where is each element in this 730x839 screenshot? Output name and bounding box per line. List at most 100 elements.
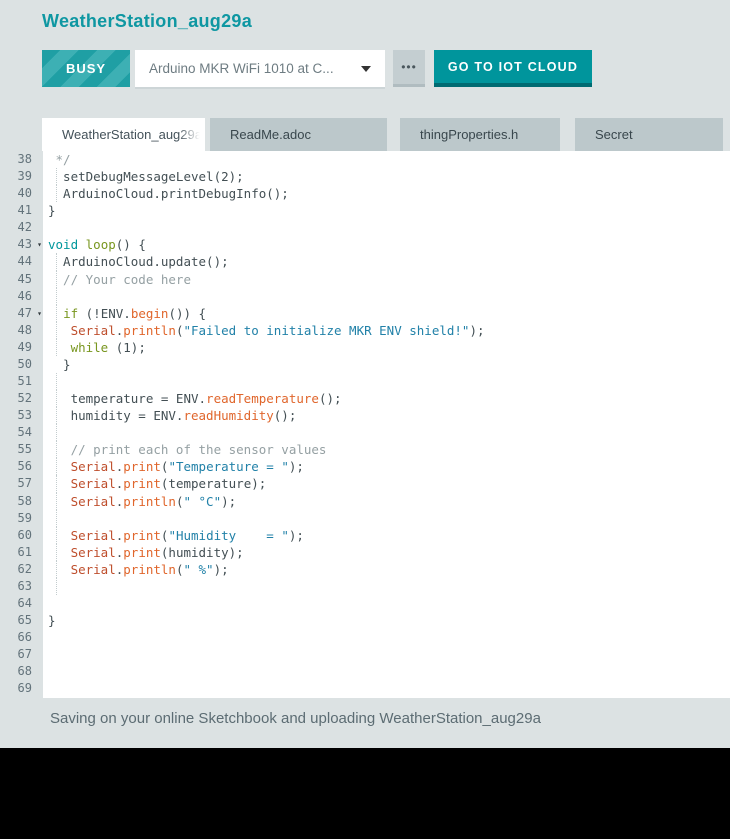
indent-guide bbox=[56, 407, 57, 424]
code-line[interactable]: 67 bbox=[0, 646, 730, 663]
line-number: 49 bbox=[0, 339, 43, 356]
code-line-text[interactable] bbox=[43, 424, 730, 441]
code-line-text[interactable] bbox=[43, 646, 730, 663]
code-line[interactable]: 55 // print each of the sensor values bbox=[0, 441, 730, 458]
code-line-text[interactable] bbox=[43, 663, 730, 680]
code-line[interactable]: 42 bbox=[0, 219, 730, 236]
code-line-text[interactable]: Serial.println(" %"); bbox=[43, 561, 730, 578]
line-number: 56 bbox=[0, 458, 43, 475]
code-line-text[interactable] bbox=[43, 578, 730, 595]
ellipsis-icon: ••• bbox=[401, 60, 417, 74]
code-line[interactable]: 46 bbox=[0, 288, 730, 305]
indent-guide bbox=[56, 458, 57, 475]
indent-guide bbox=[56, 544, 57, 561]
code-line-text[interactable]: humidity = ENV.readHumidity(); bbox=[43, 407, 730, 424]
line-number: 38 bbox=[0, 151, 43, 168]
code-line[interactable]: 61 Serial.print(humidity); bbox=[0, 544, 730, 561]
code-line-text[interactable]: } bbox=[43, 202, 730, 219]
indent-guide bbox=[56, 424, 57, 441]
code-line-text[interactable]: temperature = ENV.readTemperature(); bbox=[43, 390, 730, 407]
code-line[interactable]: 65} bbox=[0, 612, 730, 629]
code-line[interactable]: 50 } bbox=[0, 356, 730, 373]
tab-secret[interactable]: Secret bbox=[575, 118, 723, 151]
line-number: 61 bbox=[0, 544, 43, 561]
code-line-text[interactable]: if (!ENV.begin()) { bbox=[43, 305, 730, 322]
code-line[interactable]: 48 Serial.println("Failed to initialize … bbox=[0, 322, 730, 339]
code-line-text[interactable]: } bbox=[43, 356, 730, 373]
line-number: 47▾ bbox=[0, 305, 43, 322]
line-number: 55 bbox=[0, 441, 43, 458]
code-line-text[interactable]: void loop() { bbox=[43, 236, 730, 253]
arduino-editor-window: WeatherStation_aug29a BUSY Arduino MKR W… bbox=[0, 0, 730, 748]
line-number: 54 bbox=[0, 424, 43, 441]
more-options-button[interactable]: ••• bbox=[393, 50, 425, 87]
code-line[interactable]: 62 Serial.println(" %"); bbox=[0, 561, 730, 578]
line-number: 44 bbox=[0, 253, 43, 270]
code-line[interactable]: 39 setDebugMessageLevel(2); bbox=[0, 168, 730, 185]
line-number: 57 bbox=[0, 475, 43, 492]
code-line-text[interactable]: // print each of the sensor values bbox=[43, 441, 730, 458]
code-line-text[interactable]: Serial.println("Failed to initialize MKR… bbox=[43, 322, 730, 339]
fold-arrow-icon[interactable]: ▾ bbox=[37, 305, 42, 322]
line-number: 59 bbox=[0, 510, 43, 527]
line-number: 50 bbox=[0, 356, 43, 373]
go-to-iot-cloud-button[interactable]: GO TO IOT CLOUD bbox=[434, 50, 592, 87]
code-line-text[interactable] bbox=[43, 510, 730, 527]
code-line[interactable]: 69 bbox=[0, 680, 730, 697]
code-line-text[interactable]: */ bbox=[43, 151, 730, 168]
indent-guide bbox=[56, 527, 57, 544]
code-line[interactable]: 40 ArduinoCloud.printDebugInfo(); bbox=[0, 185, 730, 202]
code-line[interactable]: 53 humidity = ENV.readHumidity(); bbox=[0, 407, 730, 424]
code-line-text[interactable] bbox=[43, 373, 730, 390]
code-line-text[interactable]: ArduinoCloud.printDebugInfo(); bbox=[43, 185, 730, 202]
code-line[interactable]: 51 bbox=[0, 373, 730, 390]
code-line-text[interactable]: Serial.print(temperature); bbox=[43, 475, 730, 492]
code-line-text[interactable]: Serial.println(" °C"); bbox=[43, 493, 730, 510]
tab-thingproperties[interactable]: thingProperties.h bbox=[400, 118, 560, 151]
line-number: 62 bbox=[0, 561, 43, 578]
code-editor[interactable]: 38 */39 setDebugMessageLevel(2);40 Ardui… bbox=[0, 151, 730, 698]
tab-sketch[interactable]: WeatherStation_aug29a.i bbox=[42, 118, 205, 151]
code-line[interactable]: 47▾ if (!ENV.begin()) { bbox=[0, 305, 730, 322]
code-line[interactable]: 49 while (1); bbox=[0, 339, 730, 356]
line-number: 46 bbox=[0, 288, 43, 305]
code-line-text[interactable]: } bbox=[43, 612, 730, 629]
code-line[interactable]: 52 temperature = ENV.readTemperature(); bbox=[0, 390, 730, 407]
code-line[interactable]: 59 bbox=[0, 510, 730, 527]
code-line-text[interactable] bbox=[43, 680, 730, 697]
code-line-text[interactable]: Serial.print("Temperature = "); bbox=[43, 458, 730, 475]
code-line-text[interactable]: // Your code here bbox=[43, 271, 730, 288]
code-line-text[interactable]: while (1); bbox=[43, 339, 730, 356]
device-dropdown[interactable]: Arduino MKR WiFi 1010 at C... bbox=[135, 50, 385, 87]
code-line-text[interactable] bbox=[43, 595, 730, 612]
code-line-text[interactable] bbox=[43, 219, 730, 236]
code-line-text[interactable]: Serial.print(humidity); bbox=[43, 544, 730, 561]
code-line[interactable]: 63 bbox=[0, 578, 730, 595]
code-line[interactable]: 45 // Your code here bbox=[0, 271, 730, 288]
code-line[interactable]: 43▾void loop() { bbox=[0, 236, 730, 253]
code-line[interactable]: 68 bbox=[0, 663, 730, 680]
code-line[interactable]: 66 bbox=[0, 629, 730, 646]
code-line-text[interactable]: setDebugMessageLevel(2); bbox=[43, 168, 730, 185]
busy-upload-button[interactable]: BUSY bbox=[42, 50, 130, 87]
code-line[interactable]: 41} bbox=[0, 202, 730, 219]
indent-guide bbox=[56, 288, 57, 305]
code-line[interactable]: 60 Serial.print("Humidity = "); bbox=[0, 527, 730, 544]
code-line-text[interactable]: ArduinoCloud.update(); bbox=[43, 253, 730, 270]
code-line-text[interactable] bbox=[43, 288, 730, 305]
code-line[interactable]: 44 ArduinoCloud.update(); bbox=[0, 253, 730, 270]
code-line[interactable]: 58 Serial.println(" °C"); bbox=[0, 493, 730, 510]
line-number: 48 bbox=[0, 322, 43, 339]
code-line[interactable]: 54 bbox=[0, 424, 730, 441]
fold-arrow-icon[interactable]: ▾ bbox=[37, 236, 42, 253]
code-line[interactable]: 64 bbox=[0, 595, 730, 612]
code-line[interactable]: 57 Serial.print(temperature); bbox=[0, 475, 730, 492]
code-line[interactable]: 56 Serial.print("Temperature = "); bbox=[0, 458, 730, 475]
tab-readme[interactable]: ReadMe.adoc bbox=[210, 118, 387, 151]
device-dropdown-value: Arduino MKR WiFi 1010 at C... bbox=[149, 61, 334, 76]
indent-guide bbox=[56, 373, 57, 390]
code-line[interactable]: 38 */ bbox=[0, 151, 730, 168]
code-line-text[interactable]: Serial.print("Humidity = "); bbox=[43, 527, 730, 544]
line-number: 69 bbox=[0, 680, 43, 697]
code-line-text[interactable] bbox=[43, 629, 730, 646]
